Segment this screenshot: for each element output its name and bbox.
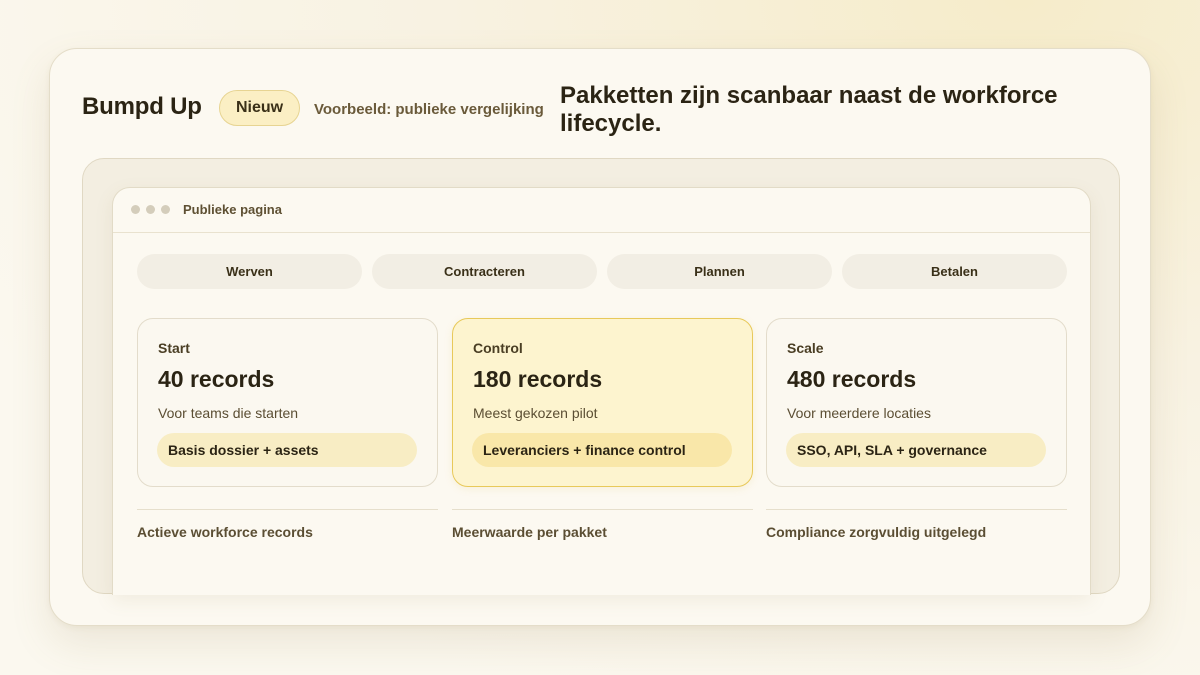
main-card: Bumpd Up Nieuw Voorbeeld: publieke verge… xyxy=(49,48,1151,626)
plan-description: Voor meerdere locaties xyxy=(787,405,931,421)
lifecycle-tabs: Werven Contracteren Plannen Betalen xyxy=(137,254,1068,290)
brand-logo: Bumpd Up xyxy=(82,93,202,120)
plan-description: Meest gekozen pilot xyxy=(473,405,598,421)
page-headline: Pakketten zijn scanbaar naast de workfor… xyxy=(560,82,1058,137)
footer-label: Compliance zorgvuldig uitgelegd xyxy=(766,524,987,540)
plan-name: Scale xyxy=(787,340,824,356)
footer-label: Actieve workforce records xyxy=(137,524,313,540)
window-dot-icon xyxy=(131,205,140,214)
plan-price: 180 records xyxy=(473,366,603,392)
footer-metric-compliance: Compliance zorgvuldig uitgelegd xyxy=(766,509,1067,549)
plan-card-scale[interactable]: Scale 480 records Voor meerdere locaties… xyxy=(766,318,1067,487)
plan-description: Voor teams die starten xyxy=(158,405,299,421)
browser-title: Publieke pagina xyxy=(183,202,282,217)
plan-price: 40 records xyxy=(158,366,275,392)
preview-frame: Publieke pagina Werven Contracteren Plan… xyxy=(82,158,1120,595)
footer-metric-records: Actieve workforce records xyxy=(137,509,438,549)
plan-feature: Basis dossier + assets xyxy=(157,433,417,467)
page-subtitle: Voorbeeld: publieke vergelijking xyxy=(314,101,544,118)
plan-feature: Leveranciers + finance control xyxy=(472,433,732,467)
tab-werven[interactable]: Werven xyxy=(137,254,362,289)
footer-metric-value: Meerwaarde per pakket xyxy=(452,509,753,549)
tab-betalen[interactable]: Betalen xyxy=(842,254,1067,289)
tab-contracteren[interactable]: Contracteren xyxy=(372,254,597,289)
plan-card-start[interactable]: Start 40 records Voor teams die starten … xyxy=(137,318,438,487)
new-badge: Nieuw xyxy=(219,90,301,126)
plan-feature: SSO, API, SLA + governance xyxy=(786,433,1046,467)
window-dot-icon xyxy=(161,205,170,214)
plan-name: Control xyxy=(473,340,523,356)
window-dot-icon xyxy=(146,205,155,214)
plan-name: Start xyxy=(158,340,190,356)
browser-window: Publieke pagina Werven Contracteren Plan… xyxy=(112,187,1091,595)
browser-titlebar: Publieke pagina xyxy=(113,188,1090,233)
footer-label: Meerwaarde per pakket xyxy=(452,524,607,540)
plan-price: 480 records xyxy=(787,366,917,392)
plan-card-control[interactable]: Control 180 records Meest gekozen pilot … xyxy=(452,318,753,487)
tab-plannen[interactable]: Plannen xyxy=(607,254,832,289)
